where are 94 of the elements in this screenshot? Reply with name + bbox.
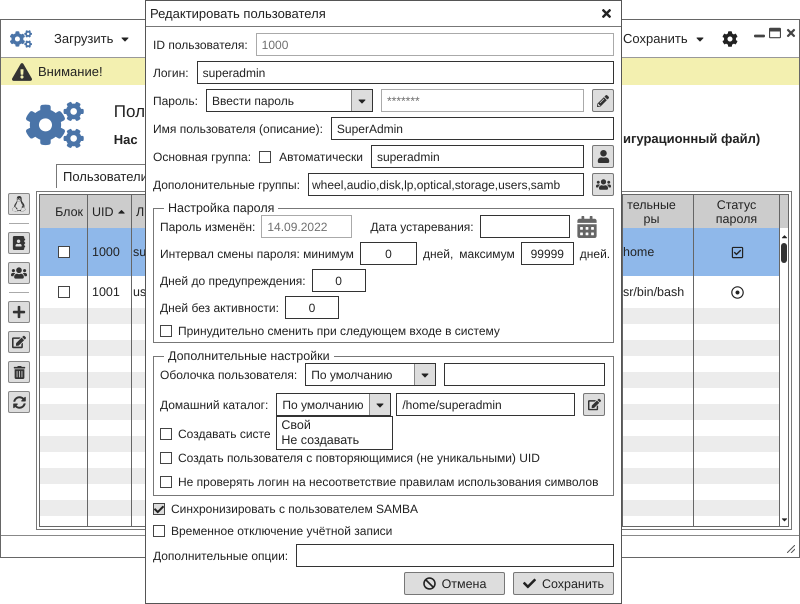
checkbox[interactable] — [160, 476, 172, 488]
penguin-icon — [11, 196, 27, 212]
trash-icon — [12, 366, 26, 378]
field-label: Интервал смены пароля: минимум — [160, 246, 354, 260]
edit-icon — [12, 335, 26, 349]
warning-text: Внимание! — [38, 64, 103, 79]
unit-label: дней. — [580, 246, 610, 260]
settings-icon[interactable] — [722, 30, 738, 46]
field-label: Дополнительные опции: — [153, 548, 288, 562]
dropdown-option[interactable]: Не создавать — [277, 433, 392, 448]
checkbox[interactable] — [160, 325, 172, 337]
checkbox-label: Принудительно сменить при следующем входе в систему — [178, 324, 500, 338]
checkbox[interactable] — [153, 525, 165, 537]
address-book-icon — [12, 236, 26, 250]
checkbox[interactable] — [58, 286, 70, 298]
field-label: Имя пользователя (описание): — [153, 122, 323, 136]
scrollbar-thumb[interactable] — [781, 243, 787, 263]
checkbox[interactable] — [153, 503, 165, 515]
checkbox-label: Автоматически — [279, 150, 363, 164]
field-label: Дополонительные группы: — [153, 178, 300, 192]
edit-button[interactable] — [8, 331, 30, 353]
page-title: Пол — [114, 102, 145, 122]
save-menu-button[interactable]: Сохранить — [623, 31, 706, 46]
checkbox-label: Создать пользователя с повторяющимися (не уникальными) UID — [178, 451, 540, 465]
checkbox-label: Не проверять логин на несоответствие правилам использования символов — [178, 475, 598, 489]
field-label: Оболочка пользователя: — [160, 368, 298, 382]
page-subtitle: игурационный файл) — [623, 131, 760, 146]
choose-groups-button[interactable] — [592, 173, 614, 196]
number-field[interactable]: 0 — [284, 296, 339, 319]
choose-group-button[interactable] — [592, 145, 614, 168]
field-label: Логин: — [153, 66, 189, 80]
number-field[interactable]: 99999 — [520, 242, 574, 265]
checkbox[interactable] — [58, 246, 70, 258]
checkbox-label: Временное отключение учётной записи — [171, 524, 392, 538]
calendar-icon[interactable] — [576, 216, 598, 238]
input-field[interactable]: superadmin — [370, 145, 584, 168]
maximize-icon[interactable] — [768, 27, 781, 39]
checkbox-label: Синхронизировать с пользователем SAMBA — [171, 502, 418, 516]
field-label: Домашний каталог: — [160, 398, 268, 412]
input-field[interactable]: wheel,audio,disk,lp,optical,storage,users,samb — [308, 173, 584, 196]
field-label: Пароль: — [153, 94, 198, 108]
pencil-icon — [597, 94, 609, 106]
date-field[interactable] — [480, 215, 570, 238]
refresh-icon — [12, 396, 26, 408]
penguin-button[interactable] — [8, 193, 30, 215]
unit-label: дней, — [422, 246, 454, 260]
field-label: Дата устаревания: — [370, 220, 474, 234]
checkbox-label: Создавать систе — [178, 427, 271, 441]
field-label: Дней до предупреждения: — [160, 274, 306, 288]
date-field[interactable]: 14.09.2022 — [261, 215, 352, 238]
resize-grip-icon[interactable] — [787, 545, 795, 553]
ban-icon — [422, 577, 436, 590]
field-label: ID пользователя: — [153, 38, 248, 52]
input-field[interactable] — [444, 363, 605, 386]
field-label: Основная группа: — [153, 150, 252, 164]
users-icon — [596, 177, 610, 192]
save-button[interactable]: Сохранить — [513, 572, 614, 595]
close-icon[interactable] — [600, 7, 613, 20]
vertical-scrollbar[interactable] — [779, 228, 788, 526]
field-label: Пароль изменён: — [160, 220, 256, 234]
group-legend: Дополнительные настройки — [164, 349, 334, 363]
input-field[interactable]: /home/superadmin — [396, 393, 575, 416]
number-field[interactable]: 0 — [312, 269, 366, 292]
field-label: максимум — [459, 246, 515, 260]
group-legend: Настройка пароля — [164, 201, 278, 215]
load-menu-button[interactable]: Загрузить — [54, 31, 132, 46]
edit-icon — [588, 398, 600, 411]
close-icon[interactable] — [784, 27, 797, 39]
groups-button[interactable] — [8, 262, 30, 284]
user-icon — [596, 150, 610, 163]
contacts-button[interactable] — [8, 232, 30, 254]
cancel-button[interactable]: Отмена — [404, 572, 505, 595]
delete-button[interactable] — [8, 361, 30, 383]
add-button[interactable] — [8, 301, 30, 323]
checkbox[interactable] — [160, 428, 172, 440]
check-icon — [522, 577, 536, 590]
checkbox[interactable] — [259, 150, 272, 162]
number-field[interactable]: 0 — [360, 242, 417, 265]
users-icon — [11, 265, 27, 281]
refresh-button[interactable] — [8, 391, 30, 413]
gears-icon — [10, 28, 32, 50]
plus-icon — [12, 305, 26, 319]
checkbox[interactable] — [160, 452, 172, 464]
edit-password-button[interactable] — [592, 89, 614, 112]
input-field[interactable] — [296, 544, 614, 567]
edit-home-button[interactable] — [583, 393, 605, 416]
shell-select[interactable]: По умолчанию — [305, 363, 436, 386]
page-subtitle: Нас — [114, 132, 139, 147]
dropdown-option[interactable]: Свой — [277, 418, 392, 433]
dialog-title: Редактировать пользователя — [150, 6, 326, 21]
warning-icon — [12, 62, 32, 82]
input-field[interactable]: SuperAdmin — [330, 117, 614, 140]
input-field[interactable]: superadmin — [196, 61, 614, 84]
field-label: Дней без активности: — [160, 300, 279, 314]
